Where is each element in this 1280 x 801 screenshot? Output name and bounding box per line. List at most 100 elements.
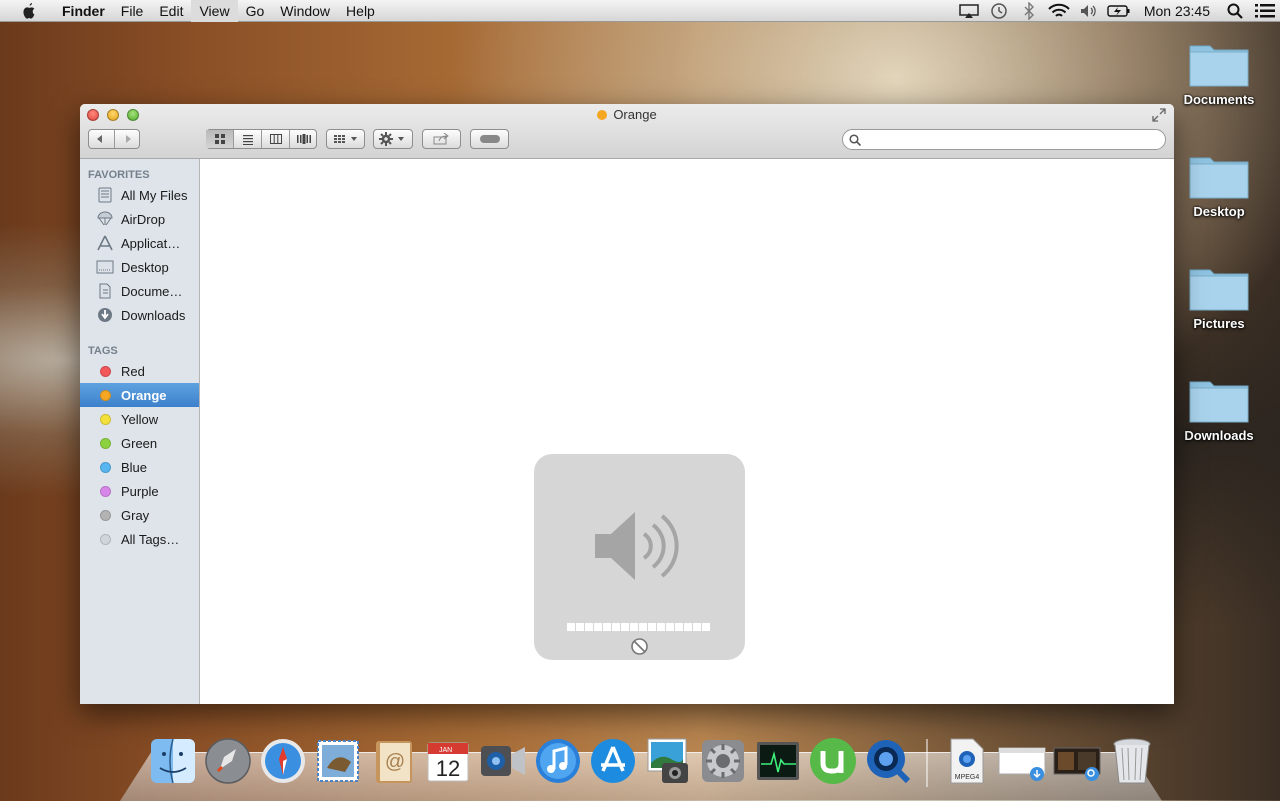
menu-window[interactable]: Window bbox=[272, 0, 338, 22]
volume-segment bbox=[693, 623, 701, 631]
documents-icon bbox=[96, 282, 114, 300]
volume-segment bbox=[594, 623, 602, 631]
tag-dot-icon bbox=[96, 386, 114, 404]
sidebar-tag-purple[interactable]: Purple bbox=[80, 479, 199, 503]
sidebar-item-all-my-files[interactable]: All My Files bbox=[80, 183, 199, 207]
fullscreen-icon[interactable] bbox=[1152, 108, 1166, 122]
share-button[interactable] bbox=[422, 129, 461, 149]
mail-icon[interactable] bbox=[313, 735, 362, 787]
sidebar-tag-yellow[interactable]: Yellow bbox=[80, 407, 199, 431]
applications-icon bbox=[96, 234, 114, 252]
volume-segment bbox=[684, 623, 692, 631]
sidebar-tag-label: Green bbox=[121, 435, 158, 451]
sidebar-item-desktop[interactable]: Desktop bbox=[80, 255, 199, 279]
menu-app-finder[interactable]: Finder bbox=[54, 0, 113, 22]
sidebar-item-documents[interactable]: Docume… bbox=[80, 279, 199, 303]
volume-segment bbox=[612, 623, 620, 631]
safari-icon[interactable] bbox=[258, 735, 307, 787]
desktop-folder-documents[interactable]: Documents bbox=[1174, 38, 1264, 107]
column-view-button[interactable] bbox=[262, 130, 290, 148]
tag-dot-icon bbox=[96, 410, 114, 428]
spotlight-icon[interactable] bbox=[1220, 0, 1250, 22]
screenshot-stack-icon[interactable] bbox=[1052, 735, 1101, 787]
sidebar-tag-red[interactable]: Red bbox=[80, 359, 199, 383]
utorrent-icon[interactable] bbox=[808, 735, 857, 787]
app-store-icon[interactable] bbox=[588, 735, 637, 787]
volume-segment bbox=[630, 623, 638, 631]
calendar-icon[interactable]: JAN 12 bbox=[423, 735, 472, 787]
menu-view[interactable]: View bbox=[191, 0, 238, 22]
iphoto-icon[interactable] bbox=[643, 735, 692, 787]
sidebar-item-applications[interactable]: Applicat… bbox=[80, 231, 199, 255]
sidebar-tag-label: Red bbox=[121, 363, 145, 379]
desktop-folder-label: Documents bbox=[1183, 92, 1255, 107]
sidebar-tag-alltags[interactable]: All Tags… bbox=[80, 527, 199, 551]
tag-dot-icon bbox=[96, 530, 114, 548]
menubar-clock[interactable]: Mon 23:45 bbox=[1134, 3, 1220, 19]
menu-bar: Finder File Edit View Go Window Help Mon… bbox=[0, 0, 1280, 22]
downloads-stack-icon[interactable] bbox=[997, 735, 1046, 787]
orange-tag-dot-icon bbox=[597, 109, 608, 120]
search-field[interactable] bbox=[842, 129, 1166, 150]
itunes-icon[interactable] bbox=[533, 735, 582, 787]
search-input[interactable] bbox=[865, 131, 1165, 148]
mpeg4-file-icon[interactable]: MPEG4 bbox=[942, 735, 991, 787]
edit-tags-button[interactable] bbox=[470, 129, 509, 149]
facetime-icon[interactable] bbox=[478, 735, 527, 787]
volume-segment bbox=[576, 623, 584, 631]
trash-icon[interactable] bbox=[1107, 735, 1156, 787]
sidebar-item-downloads[interactable]: Downloads bbox=[80, 303, 199, 327]
sidebar-tag-orange[interactable]: Orange bbox=[80, 383, 199, 407]
list-view-button[interactable] bbox=[234, 130, 262, 148]
menu-edit[interactable]: Edit bbox=[151, 0, 191, 22]
battery-icon[interactable] bbox=[1104, 0, 1134, 22]
sidebar-tag-label: Blue bbox=[121, 459, 148, 475]
sidebar-tag-label: Yellow bbox=[121, 411, 159, 427]
downloads-icon bbox=[96, 306, 114, 324]
icon-view-button[interactable] bbox=[206, 130, 234, 148]
sidebar-tag-gray[interactable]: Gray bbox=[80, 503, 199, 527]
time-machine-icon[interactable] bbox=[984, 0, 1014, 22]
sidebar-tag-green[interactable]: Green bbox=[80, 431, 199, 455]
sidebar-item-airdrop[interactable]: AirDrop bbox=[80, 207, 199, 231]
menu-go[interactable]: Go bbox=[238, 0, 273, 22]
back-button[interactable] bbox=[87, 130, 115, 148]
notification-center-icon[interactable] bbox=[1250, 0, 1280, 22]
window-title-text: Orange bbox=[613, 107, 657, 122]
system-preferences-icon[interactable] bbox=[698, 735, 747, 787]
calendar-day: 12 bbox=[435, 756, 459, 781]
wifi-icon[interactable] bbox=[1044, 0, 1074, 22]
bluetooth-icon[interactable] bbox=[1014, 0, 1044, 22]
volume-icon[interactable] bbox=[1074, 0, 1104, 22]
desktop-folder-pictures[interactable]: Pictures bbox=[1174, 262, 1264, 331]
tag-dot-icon bbox=[96, 362, 114, 380]
desktop-icon bbox=[96, 258, 114, 276]
action-gear-button[interactable] bbox=[373, 129, 413, 149]
activity-monitor-icon[interactable] bbox=[753, 735, 802, 787]
sidebar-tag-blue[interactable]: Blue bbox=[80, 455, 199, 479]
desktop-folder-label: Desktop bbox=[1193, 204, 1245, 219]
search-icon bbox=[849, 133, 861, 146]
svg-text:MPEG4: MPEG4 bbox=[954, 774, 979, 781]
desktop-folder-downloads[interactable]: Downloads bbox=[1174, 374, 1264, 443]
apple-menu-icon[interactable] bbox=[20, 2, 38, 20]
speaker-icon bbox=[595, 512, 679, 580]
quicktime-icon[interactable] bbox=[863, 735, 912, 787]
cover-flow-button[interactable] bbox=[290, 130, 317, 148]
arrange-button[interactable] bbox=[326, 129, 365, 149]
forward-button[interactable] bbox=[115, 130, 142, 148]
contacts-icon[interactable]: @ bbox=[368, 735, 417, 787]
window-title: Orange bbox=[80, 107, 1174, 122]
menu-file[interactable]: File bbox=[113, 0, 152, 22]
volume-segment bbox=[702, 623, 710, 631]
tag-dot-icon bbox=[96, 506, 114, 524]
sidebar-tag-label: Gray bbox=[121, 507, 150, 523]
airplay-icon[interactable] bbox=[954, 0, 984, 22]
sidebar-header-favorites: FAVORITES bbox=[88, 169, 150, 181]
volume-segment bbox=[585, 623, 593, 631]
menu-help[interactable]: Help bbox=[338, 0, 383, 22]
finder-icon[interactable] bbox=[148, 735, 197, 787]
dock: @ JAN 12 MPEG4 bbox=[148, 735, 1156, 787]
launchpad-icon[interactable] bbox=[203, 735, 252, 787]
desktop-folder-desktop[interactable]: Desktop bbox=[1174, 150, 1264, 219]
